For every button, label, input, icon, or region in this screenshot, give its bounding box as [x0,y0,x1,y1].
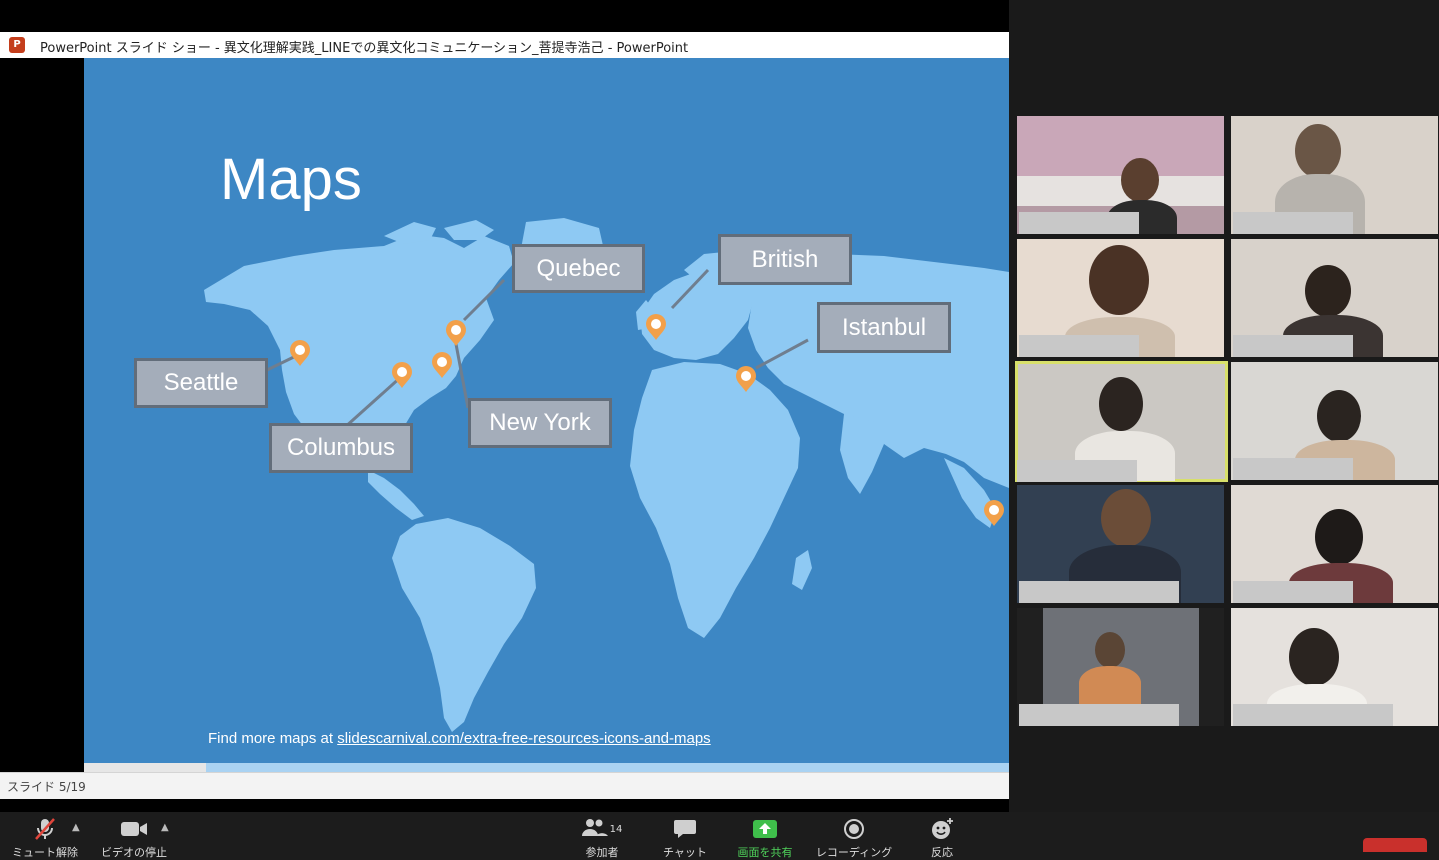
land-masses [204,218,1009,732]
label-new-york: New York [468,398,612,448]
reactions-label: 反応 [931,846,953,859]
chat-button[interactable]: チャット [656,812,714,860]
ppt-statusbar: スライド 5/19 [0,772,1009,799]
reactions-button[interactable]: 反応 [920,812,964,860]
smiley-icon [930,816,954,842]
microphone-muted-icon [33,816,57,842]
label-seattle: Seattle [134,358,268,408]
share-screen-label: 画面を共有 [737,846,793,859]
video-options-chevron-icon[interactable]: ▲ [161,822,169,833]
participant-tile[interactable] [1231,362,1438,480]
stop-video-label: ビデオの停止 [101,846,167,859]
south-america [392,518,536,732]
footer-link[interactable]: slidescarnival.com/extra-free-resources-… [337,730,710,747]
slide-stage: Maps Quebec British Istanbul Seattle Col… [0,58,1009,772]
madagascar [792,550,812,590]
participant-name-bar [1017,460,1137,482]
chat-label: チャット [663,846,707,859]
participant-name-bar [1233,458,1353,480]
participant-tile[interactable] [1231,608,1438,726]
participant-name-bar [1233,704,1393,726]
slide-counter: スライド 5/19 [7,780,86,794]
label-istanbul: Istanbul [817,302,951,353]
participant-tile[interactable] [1017,608,1224,726]
unmute-button[interactable]: ミュート解除 [8,812,82,860]
label-columbus: Columbus [269,423,413,473]
participant-name-bar [1019,212,1139,234]
participants-count: 14 [609,823,623,835]
participants-button[interactable]: 14 参加者 [576,812,628,860]
participant-tile[interactable] [1231,239,1438,357]
window-title: PowerPoint スライド ショー - 異文化理解実践_LINEでの異文化コ… [40,41,689,56]
audio-options-chevron-icon[interactable]: ▲ [72,822,80,833]
end-meeting-button[interactable] [1363,838,1427,852]
participant-name-bar [1019,335,1139,357]
meeting-toolbar: ミュート解除 ▲ ビデオの停止 ▲ 14 参加者 チャット 画面を共有 レコーデ… [0,812,1439,860]
central-america [368,470,424,520]
slide-progress-bar [84,763,1009,772]
participant-name-bar [1233,335,1353,357]
slide-footer: Find more maps at slidescarnival.com/ext… [208,730,711,747]
participant-name-bar [1019,581,1179,603]
participant-tile[interactable] [1017,239,1224,357]
slide-progress-fill [84,763,206,772]
label-british: British [718,234,852,285]
share-screen-icon [752,816,778,842]
participant-name-bar [1019,704,1179,726]
participant-tile[interactable] [1231,485,1438,603]
participant-name-bar [1233,581,1353,603]
record-button[interactable]: レコーディング [810,812,898,860]
share-screen-button[interactable]: 画面を共有 [734,812,796,860]
chat-bubble-icon [673,816,697,842]
ppt-titlebar: P PowerPoint スライド ショー - 異文化理解実践_LINEでの異文… [0,32,1009,59]
participant-tile-active-speaker[interactable] [1015,361,1228,482]
record-label: レコーディング [815,846,893,859]
participants-icon [581,817,608,841]
africa [630,362,800,638]
participants-label: 参加者 [585,846,619,859]
record-icon [843,816,865,842]
footer-prefix: Find more maps at [208,730,338,747]
participant-name-bar [1233,212,1353,234]
participant-tile[interactable] [1017,485,1224,603]
participant-tile[interactable] [1017,116,1224,234]
label-quebec: Quebec [512,244,645,293]
powerpoint-window: P PowerPoint スライド ショー - 異文化理解実践_LINEでの異文… [0,32,1009,799]
stop-video-button[interactable]: ビデオの停止 [98,812,170,860]
video-camera-icon [120,816,148,842]
participant-tile[interactable] [1231,116,1438,234]
slide[interactable]: Maps Quebec British Istanbul Seattle Col… [84,58,1009,763]
participant-gallery [1009,0,1439,812]
powerpoint-icon: P [9,37,25,53]
slide-title: Maps [220,147,362,212]
unmute-label: ミュート解除 [12,846,78,859]
